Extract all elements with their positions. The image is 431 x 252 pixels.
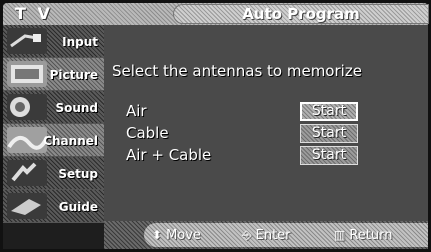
nav-hint-bar: ⬍ Move ⎆ Enter ▥ Return — [144, 223, 428, 247]
nav-return-label: Return — [349, 228, 393, 243]
sidebar-item-guide[interactable]: Guide — [3, 190, 104, 223]
sidebar-item-label: Channel — [43, 134, 98, 148]
guide-icon — [7, 193, 47, 219]
start-air-button[interactable]: Start — [300, 102, 358, 121]
option-label-cable: Cable — [126, 124, 169, 142]
auto-program-panel: Select the antennas to memorize Air Star… — [104, 25, 428, 221]
option-label-air-cable: Air + Cable — [126, 146, 212, 164]
sidebar-item-setup[interactable]: Setup — [3, 157, 104, 190]
sidebar-item-label: Input — [62, 35, 98, 49]
sound-icon — [7, 94, 47, 120]
instruction-text: Select the antennas to memorize — [112, 62, 362, 80]
sidebar-item-label: Guide — [58, 200, 98, 214]
sidebar-item-sound[interactable]: Sound — [3, 91, 104, 124]
title-bar: T V Auto Program — [3, 3, 429, 25]
start-air-cable-button[interactable]: Start — [300, 146, 358, 165]
sidebar-item-picture[interactable]: Picture — [3, 58, 104, 91]
title-pill: Auto Program — [173, 4, 429, 24]
option-label-air: Air — [126, 102, 147, 120]
setup-icon — [7, 160, 47, 186]
channel-icon — [7, 127, 47, 153]
sidebar: Input Picture Sound Channel Setup Guide — [3, 25, 104, 249]
start-cable-button[interactable]: Start — [300, 124, 358, 143]
enter-icon: ⎆ — [242, 228, 252, 242]
return-icon: ▥ — [334, 228, 346, 242]
sidebar-item-label: Picture — [49, 68, 98, 82]
main-panel: Select the antennas to memorize Air Star… — [104, 25, 428, 249]
sidebar-item-label: Setup — [58, 167, 98, 181]
input-cable-icon — [7, 28, 47, 54]
sidebar-item-input[interactable]: Input — [3, 25, 104, 58]
tv-mode-label: T V — [15, 4, 53, 23]
up-down-arrow-icon: ⬍ — [152, 228, 163, 242]
menu-title: Auto Program — [242, 5, 360, 23]
nav-move: ⬍ Move — [152, 226, 201, 244]
nav-enter-label: Enter — [255, 228, 291, 243]
nav-return: ▥ Return — [334, 226, 392, 244]
nav-move-label: Move — [166, 228, 201, 243]
sidebar-item-label: Sound — [55, 101, 98, 115]
tv-osd-frame: T V Auto Program Input Picture Sound Cha… — [0, 0, 431, 252]
picture-icon — [7, 61, 47, 87]
nav-enter: ⎆ Enter — [242, 226, 291, 244]
sidebar-item-channel[interactable]: Channel — [3, 124, 104, 157]
